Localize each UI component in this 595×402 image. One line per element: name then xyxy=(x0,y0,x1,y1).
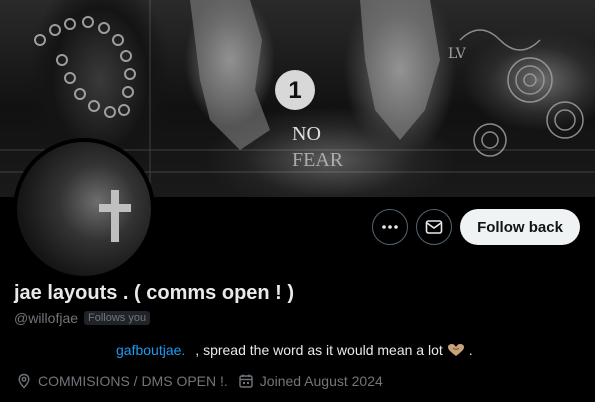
follow-back-button[interactable]: Follow back xyxy=(460,209,580,245)
heart-hands-icon xyxy=(447,344,464,356)
svg-text:LV: LV xyxy=(448,46,467,62)
profile-display-name: jae layouts . ( comms open ! ) xyxy=(14,282,295,304)
more-horizontal-icon xyxy=(382,225,398,229)
profile-bio: gafboutjae. , spread the word as it woul… xyxy=(116,342,473,358)
banner-number-badge: 1 xyxy=(275,70,315,110)
message-button[interactable] xyxy=(416,209,452,245)
bio-text: , spread the word as it would mean a lot xyxy=(195,342,443,358)
profile-handle: @willofjae xyxy=(14,310,79,326)
svg-text:1: 1 xyxy=(288,77,301,104)
avatar[interactable] xyxy=(13,138,155,280)
location-item: COMMISIONS / DMS OPEN !. xyxy=(16,373,228,389)
banner-text-fear: FEAR xyxy=(292,149,344,171)
follows-you-badge: Follows you xyxy=(84,311,151,325)
joined-item: Joined August 2024 xyxy=(238,373,383,389)
calendar-icon xyxy=(239,374,253,388)
cross-icon xyxy=(99,190,131,242)
joined-text: Joined August 2024 xyxy=(259,373,383,389)
banner-text-no: NO xyxy=(292,123,321,145)
more-button[interactable] xyxy=(372,209,408,245)
bio-end: . xyxy=(468,342,473,358)
bio-mention-link[interactable]: gafboutjae. xyxy=(116,342,185,358)
mail-icon xyxy=(425,220,443,234)
handle-row: @willofjae Follows you xyxy=(14,310,151,326)
profile-meta-row: COMMISIONS / DMS OPEN !. Joined August 2… xyxy=(16,373,383,389)
location-text: COMMISIONS / DMS OPEN !. xyxy=(38,373,228,389)
location-pin-icon xyxy=(18,373,30,389)
